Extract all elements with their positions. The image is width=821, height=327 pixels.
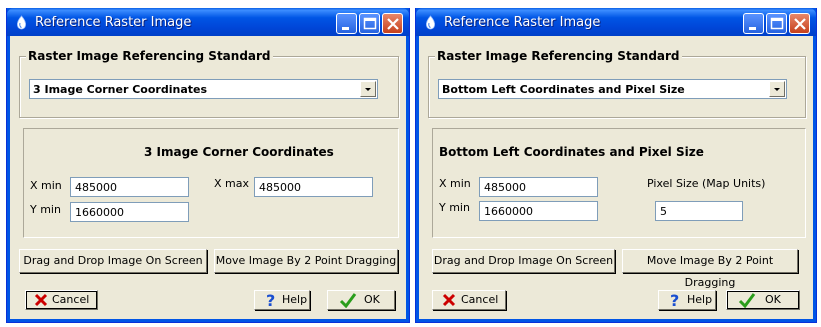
dropdown-button[interactable]	[769, 81, 785, 97]
question-mark-icon: ?	[266, 292, 275, 308]
drag-drop-label: Drag and Drop Image On Screen	[23, 254, 203, 267]
dropdown-button[interactable]	[360, 81, 376, 97]
chevron-down-icon	[774, 88, 780, 91]
cancel-x-icon	[442, 293, 456, 307]
groupbox-label: Raster Image Referencing Standard	[435, 49, 682, 63]
ymin-field[interactable]: 1660000	[479, 201, 598, 221]
coordinates-panel: 3 Image Corner Coordinates X min 485000 …	[23, 128, 399, 238]
move-image-label: Move Image By 2 Point Dragging	[646, 254, 774, 289]
help-label: Help	[687, 293, 713, 306]
dialog-right: Reference Raster Image Raster Image Refe…	[415, 8, 817, 323]
xmin-field[interactable]: 485000	[70, 177, 189, 197]
groupbox-label: Raster Image Referencing Standard	[26, 49, 273, 63]
svg-text:?: ?	[670, 292, 679, 308]
app-icon	[425, 15, 436, 30]
checkmark-icon	[339, 293, 357, 308]
ok-label: OK	[364, 293, 380, 306]
dropdown-value: 3 Image Corner Coordinates	[33, 83, 208, 96]
help-button[interactable]: ? Help	[658, 290, 716, 310]
maximize-icon	[363, 17, 377, 30]
cancel-button[interactable]: Cancel	[25, 290, 98, 310]
dialog-body: Raster Image Referencing Standard Bottom…	[420, 36, 812, 318]
ok-label: OK	[765, 293, 781, 306]
referencing-standard-dropdown[interactable]: Bottom Left Coordinates and Pixel Size	[438, 79, 787, 99]
drag-drop-image-button[interactable]: Drag and Drop Image On Screen	[19, 249, 207, 273]
minimize-icon	[749, 27, 756, 30]
move-image-button[interactable]: Move Image By 2 Point Dragging	[622, 249, 798, 289]
svg-text:?: ?	[266, 292, 275, 308]
minimize-icon	[342, 27, 349, 30]
ok-button[interactable]: OK	[726, 290, 800, 310]
maximize-icon	[770, 17, 784, 30]
app-icon	[16, 15, 27, 30]
help-button[interactable]: ? Help	[254, 290, 310, 310]
ok-button[interactable]: OK	[327, 290, 395, 310]
close-icon	[387, 18, 399, 30]
dialog-left: Reference Raster Image Raster Image Refe…	[6, 8, 410, 323]
xmin-label: X min	[30, 179, 62, 192]
move-image-button[interactable]: Move Image By 2 Point Dragging	[214, 249, 398, 273]
xmax-label: X max	[214, 177, 249, 190]
dropdown-value: Bottom Left Coordinates and Pixel Size	[442, 83, 685, 96]
panel-title: Bottom Left Coordinates and Pixel Size	[439, 145, 704, 159]
coordinates-panel: Bottom Left Coordinates and Pixel Size X…	[432, 128, 806, 238]
chevron-down-icon	[365, 88, 371, 91]
ymin-label: Y min	[30, 203, 61, 216]
referencing-standard-dropdown[interactable]: 3 Image Corner Coordinates	[29, 79, 378, 99]
title-bar[interactable]: Reference Raster Image	[7, 8, 409, 36]
referencing-standard-group: Raster Image Referencing Standard Bottom…	[428, 49, 806, 118]
title-bar[interactable]: Reference Raster Image	[416, 8, 816, 36]
panel-title: 3 Image Corner Coordinates	[144, 145, 334, 159]
pixel-size-label: Pixel Size (Map Units)	[647, 177, 766, 190]
minimize-button[interactable]	[336, 13, 357, 34]
xmin-label: X min	[439, 177, 471, 190]
drag-drop-label: Drag and Drop Image On Screen	[433, 254, 614, 267]
move-image-label: Move Image By 2 Point Dragging	[215, 254, 397, 267]
cancel-label: Cancel	[52, 293, 90, 306]
close-icon	[794, 18, 806, 30]
xmin-field[interactable]: 485000	[479, 177, 598, 197]
cancel-x-icon	[34, 293, 48, 307]
ymin-field[interactable]: 1660000	[70, 202, 189, 222]
dialog-body: Raster Image Referencing Standard 3 Imag…	[11, 36, 405, 318]
help-label: Help	[282, 293, 308, 306]
minimize-button[interactable]	[743, 13, 764, 34]
close-button[interactable]	[382, 13, 403, 34]
window-title: Reference Raster Image	[444, 15, 601, 30]
ymin-label: Y min	[439, 201, 470, 214]
drag-drop-image-button[interactable]: Drag and Drop Image On Screen	[432, 249, 615, 273]
checkmark-icon	[738, 293, 756, 308]
xmax-field[interactable]: 485000	[254, 177, 373, 197]
maximize-button[interactable]	[359, 13, 380, 34]
cancel-label: Cancel	[461, 293, 499, 306]
close-button[interactable]	[789, 13, 810, 34]
pixel-size-field[interactable]: 5	[655, 201, 743, 221]
cancel-button[interactable]: Cancel	[432, 290, 506, 310]
maximize-button[interactable]	[766, 13, 787, 34]
window-title: Reference Raster Image	[35, 15, 192, 30]
referencing-standard-group: Raster Image Referencing Standard 3 Imag…	[19, 49, 399, 118]
question-mark-icon: ?	[670, 292, 679, 308]
